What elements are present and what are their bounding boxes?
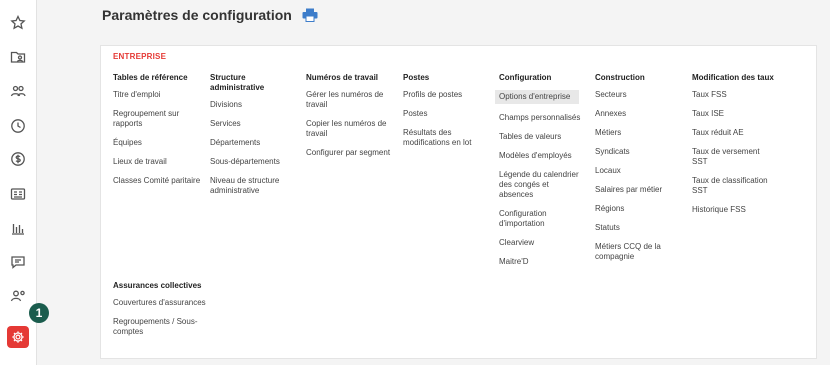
link-departements[interactable]: Départements bbox=[210, 138, 290, 148]
link-postes[interactable]: Postes bbox=[403, 109, 488, 119]
link-titre-emploi[interactable]: Titre d'emploi bbox=[113, 90, 208, 100]
link-locaux[interactable]: Locaux bbox=[595, 166, 677, 176]
link-taux-reduit-ae[interactable]: Taux réduit AE bbox=[692, 128, 802, 138]
column-heading: Modification des taux bbox=[692, 73, 774, 82]
column-tables-reference: Tables de référence Titre d'emploi Regro… bbox=[113, 73, 208, 195]
column-heading: Assurances collectives bbox=[113, 281, 202, 290]
folder-user-icon[interactable] bbox=[9, 48, 27, 66]
link-taux-versement-sst[interactable]: Taux de versement SST bbox=[692, 147, 772, 167]
column-construction: Construction Secteurs Annexes Métiers Sy… bbox=[595, 73, 677, 271]
column-heading: Structure administrative bbox=[210, 73, 265, 92]
link-champs-personnalises[interactable]: Champs personnalisés bbox=[499, 113, 583, 123]
link-couvertures-assurances[interactable]: Couvertures d'assurances bbox=[113, 298, 213, 308]
link-metiers[interactable]: Métiers bbox=[595, 128, 677, 138]
gear-icon[interactable] bbox=[7, 326, 29, 348]
link-copier-numeros[interactable]: Copier les numéros de travail bbox=[306, 119, 394, 139]
users-icon[interactable] bbox=[9, 82, 27, 100]
link-statuts[interactable]: Statuts bbox=[595, 223, 677, 233]
link-sous-departements[interactable]: Sous-départements bbox=[210, 157, 290, 167]
link-modeles-employes[interactable]: Modèles d'employés bbox=[499, 151, 583, 161]
clock-icon[interactable] bbox=[9, 117, 27, 135]
message-icon[interactable] bbox=[9, 253, 27, 271]
link-configurer-segment[interactable]: Configurer par segment bbox=[306, 148, 394, 158]
user-settings-icon[interactable] bbox=[9, 287, 27, 305]
link-syndicats[interactable]: Syndicats bbox=[595, 147, 677, 157]
link-metiers-ccq[interactable]: Métiers CCQ de la compagnie bbox=[595, 242, 677, 262]
settings-panel: ENTREPRISE Tables de référence Titre d'e… bbox=[100, 45, 817, 359]
dollar-icon[interactable] bbox=[9, 150, 27, 168]
link-regroupement-rapports[interactable]: Regroupement sur rapports bbox=[113, 109, 208, 129]
link-profils-postes[interactable]: Profils de postes bbox=[403, 90, 488, 100]
link-equipes[interactable]: Équipes bbox=[113, 138, 208, 148]
link-configuration-importation[interactable]: Configuration d'importation bbox=[499, 209, 583, 229]
column-numeros-travail: Numéros de travail Gérer les numéros de … bbox=[306, 73, 394, 167]
link-regions[interactable]: Régions bbox=[595, 204, 677, 214]
link-regroupements-sous-comptes[interactable]: Regroupements / Sous-comptes bbox=[113, 317, 213, 337]
column-heading: Configuration bbox=[499, 73, 552, 82]
link-taux-ise[interactable]: Taux ISE bbox=[692, 109, 802, 119]
column-heading: Numéros de travail bbox=[306, 73, 379, 82]
callout-badge-1: 1 bbox=[29, 303, 49, 323]
print-icon[interactable] bbox=[302, 8, 318, 22]
link-taux-classification-sst[interactable]: Taux de classification SST bbox=[692, 176, 782, 196]
link-annexes[interactable]: Annexes bbox=[595, 109, 677, 119]
link-legende-calendrier[interactable]: Légende du calendrier des congés et abse… bbox=[499, 170, 583, 200]
column-assurances-collectives: Assurances collectives Couvertures d'ass… bbox=[113, 281, 213, 346]
bar-chart-icon[interactable] bbox=[9, 219, 27, 237]
link-salaires-metier[interactable]: Salaires par métier bbox=[595, 185, 677, 195]
column-postes: Postes Profils de postes Postes Résultat… bbox=[403, 73, 488, 157]
page-header: Paramètres de configuration bbox=[102, 7, 318, 23]
column-heading: Postes bbox=[403, 73, 430, 82]
link-divisions[interactable]: Divisions bbox=[210, 100, 290, 110]
link-maitred[interactable]: Maitre'D bbox=[499, 257, 583, 267]
link-options-entreprise[interactable]: Options d'entreprise bbox=[495, 90, 579, 104]
column-modification-taux: Modification des taux Taux FSS Taux ISE … bbox=[692, 73, 802, 224]
link-classes-comite[interactable]: Classes Comité paritaire bbox=[113, 176, 208, 186]
link-lieux-travail[interactable]: Lieux de travail bbox=[113, 157, 208, 167]
column-heading: Tables de référence bbox=[113, 73, 188, 82]
link-clearview[interactable]: Clearview bbox=[499, 238, 583, 248]
link-resultats-modifications[interactable]: Résultats des modifications en lot bbox=[403, 128, 488, 148]
link-tables-valeurs[interactable]: Tables de valeurs bbox=[499, 132, 583, 142]
column-configuration: Configuration Options d'entreprise Champ… bbox=[495, 73, 583, 276]
link-gerer-numeros[interactable]: Gérer les numéros de travail bbox=[306, 90, 394, 110]
column-heading: Construction bbox=[595, 73, 645, 82]
link-services[interactable]: Services bbox=[210, 119, 290, 129]
id-card-icon[interactable] bbox=[9, 185, 27, 203]
link-secteurs[interactable]: Secteurs bbox=[595, 90, 677, 100]
link-historique-fss[interactable]: Historique FSS bbox=[692, 205, 802, 215]
link-taux-fss[interactable]: Taux FSS bbox=[692, 90, 802, 100]
link-niveau-structure[interactable]: Niveau de structure administrative bbox=[210, 176, 290, 196]
star-icon[interactable] bbox=[9, 14, 27, 32]
page-title: Paramètres de configuration bbox=[102, 7, 292, 23]
section-title: ENTREPRISE bbox=[113, 52, 167, 61]
column-structure-administrative: Structure administrative Divisions Servi… bbox=[210, 73, 290, 205]
